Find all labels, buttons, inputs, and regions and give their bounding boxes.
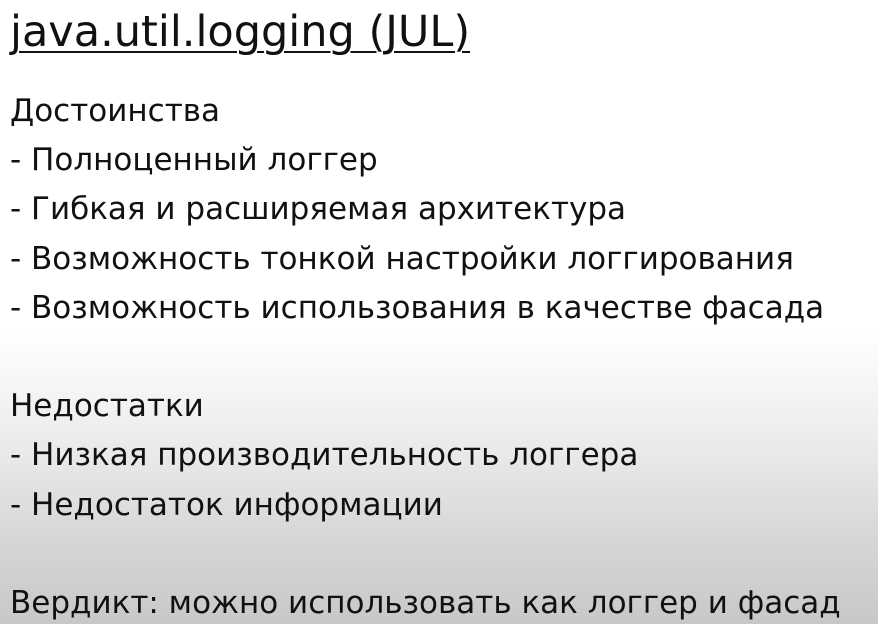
cons-item: - Низкая производительность логгера	[10, 437, 639, 474]
cons-item: - Недостаток информации	[10, 486, 443, 523]
slide-title: java.util.logging (JUL)	[10, 7, 471, 57]
section-spacer	[10, 530, 872, 579]
slide: java.util.logging (JUL) Достоинства - По…	[0, 0, 878, 624]
cons-heading: Недостатки	[10, 388, 204, 425]
verdict-text: Вердикт: можно использовать как логгер и…	[10, 584, 841, 621]
section-spacer	[10, 333, 872, 382]
cons-section: Недостатки - Низкая производительность л…	[10, 382, 872, 530]
slide-body: Достоинства - Полноценный логгер - Гибка…	[10, 87, 872, 628]
pros-heading: Достоинства	[10, 93, 221, 129]
pros-item: - Возможность использования в качестве ф…	[10, 289, 825, 326]
pros-item: - Возможность тонкой настройки логгирова…	[10, 240, 794, 277]
pros-item: - Полноценный логгер	[10, 142, 378, 179]
pros-item: - Гибкая и расширяемая архитектура	[10, 191, 627, 228]
pros-section: Достоинства - Полноценный логгер - Гибка…	[10, 87, 872, 333]
